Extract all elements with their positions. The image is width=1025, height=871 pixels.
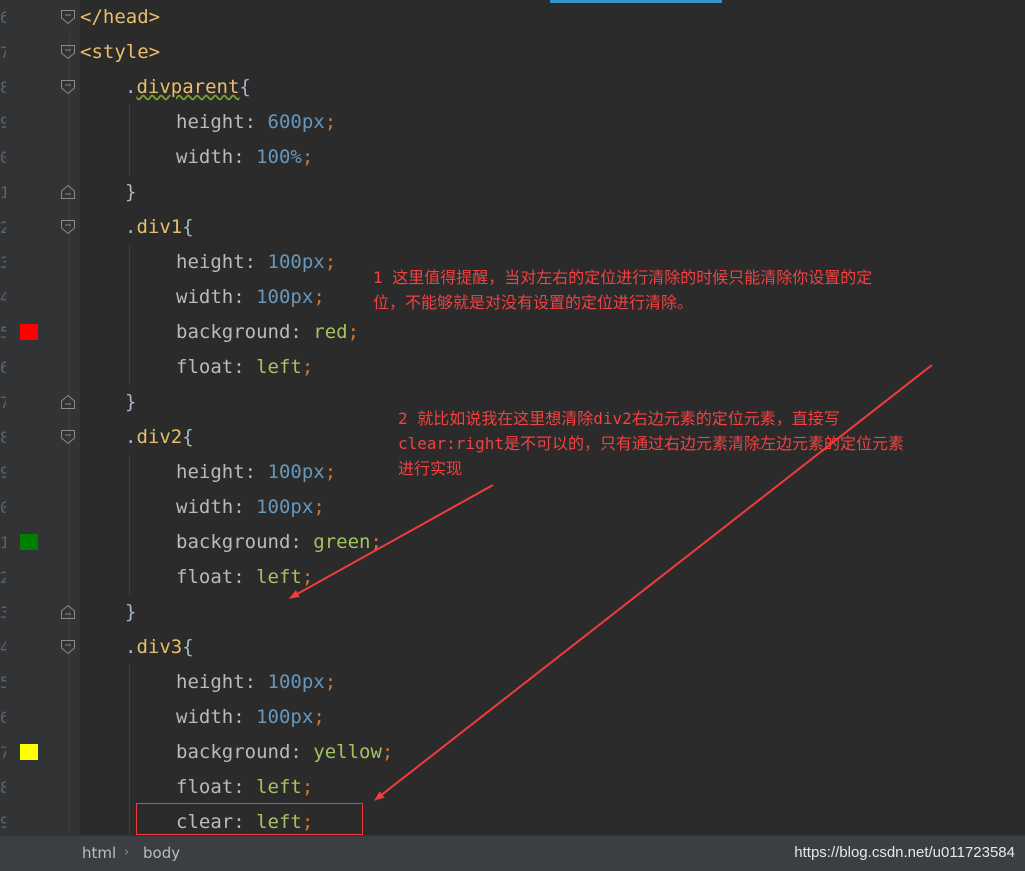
code-editor[interactable]: 6 </head> 7 <style> 8 .divparent{9 height: 600… [0, 0, 1025, 835]
breadcrumb-separator: › [124, 845, 130, 860]
status-bar: html › body https://blog.csdn.net/u01172… [0, 835, 1025, 871]
annotation-arrows [289, 364, 933, 801]
breadcrumb-html[interactable]: html [82, 836, 116, 870]
breadcrumb-body[interactable]: body [143, 836, 180, 870]
arrow-to-div2-float [289, 484, 494, 599]
watermark-url: https://blog.csdn.net/u011723584 [794, 844, 1015, 861]
arrow-to-clear-left [374, 364, 933, 801]
